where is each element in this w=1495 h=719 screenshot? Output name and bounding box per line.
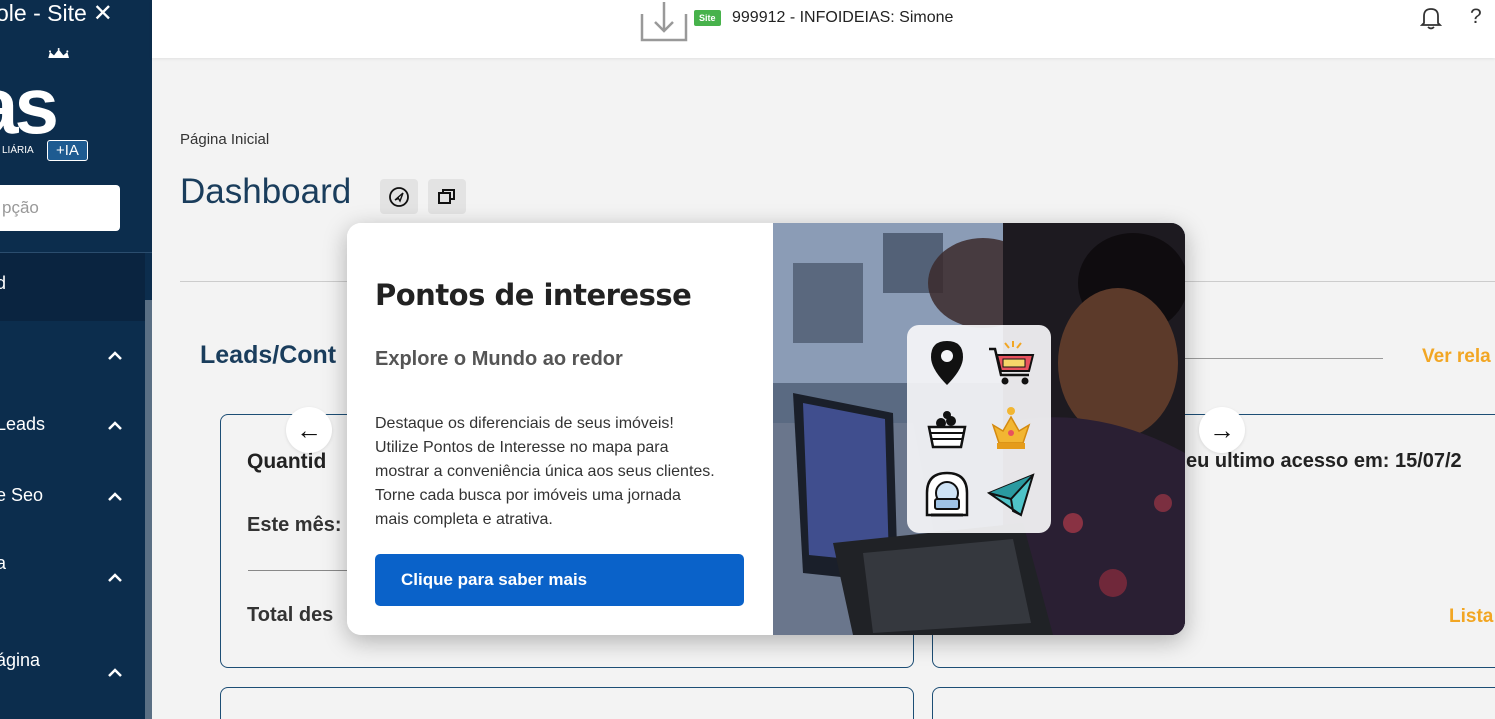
section-title: Leads/Cont xyxy=(200,341,337,369)
chevron-up-icon xyxy=(108,492,122,501)
logo: as xyxy=(0,61,59,150)
sidebar-item-label: ágina xyxy=(0,650,41,670)
sidebar-item-group-4[interactable]: a xyxy=(0,553,145,593)
modal-body-line: Torne cada busca por imóveis uma jornada xyxy=(375,487,681,504)
sidebar-item-leads[interactable]: Leads xyxy=(0,414,145,444)
food-basket-icon xyxy=(927,411,967,449)
chevron-up-icon xyxy=(108,668,122,677)
modal-body-line: Destaque os diferenciais de seus imóveis… xyxy=(375,415,674,432)
sidebar-item-dashboard[interactable]: d xyxy=(0,273,145,303)
see-report-link[interactable]: Ver rela xyxy=(1422,346,1491,368)
medical-scanner-icon xyxy=(925,471,969,517)
card-divider xyxy=(248,570,348,571)
modal-body: Destaque os diferenciais de seus imóveis… xyxy=(375,412,755,532)
carousel-next-button[interactable]: → xyxy=(1199,407,1245,453)
modal-subtitle: Explore o Mundo ao redor xyxy=(375,348,623,370)
site-badge: Site xyxy=(694,10,721,26)
top-header: Site 999912 - INFOIDEIAS: Simone ? xyxy=(152,0,1495,58)
bottom-card-right xyxy=(932,687,1495,719)
card-heading: Quantid xyxy=(247,450,327,473)
modal-body-line: mostrar a conveniência única aos seus cl… xyxy=(375,463,715,480)
last-access-label: eu ultimo acesso em: 15/07/2 xyxy=(1186,450,1462,472)
map-pin-icon xyxy=(931,341,963,385)
shopping-cart-icon xyxy=(989,341,1035,385)
carousel-prev-button[interactable]: ← xyxy=(286,407,332,453)
modal-title: Pontos de interesse xyxy=(375,278,692,312)
sidebar-search-input[interactable]: pção xyxy=(0,185,120,231)
sidebar-item-label: d xyxy=(0,273,7,293)
help-icon[interactable]: ? xyxy=(1470,5,1482,29)
sidebar-item-label: Leads xyxy=(0,414,46,434)
tour-button[interactable] xyxy=(380,179,418,214)
poi-icon-panel xyxy=(907,325,1051,533)
learn-more-button[interactable]: Clique para saber mais xyxy=(375,554,744,606)
bottom-card-left xyxy=(220,687,914,719)
modal-body-line: Utilize Pontos de Interesse no mapa para xyxy=(375,439,669,456)
modal-body-line: mais completa e atrativa. xyxy=(375,511,553,528)
download-icon[interactable] xyxy=(640,2,688,42)
sidebar-item-seo[interactable]: e Seo xyxy=(0,485,145,515)
sidebar-item-label: a xyxy=(0,553,7,573)
close-icon[interactable]: ✕ xyxy=(93,0,113,28)
logo-ia-badge: +IA xyxy=(47,140,88,161)
account-label[interactable]: 999912 - INFOIDEIAS: Simone xyxy=(732,9,953,27)
window-restore-icon xyxy=(438,188,455,204)
logo-subtitle: LIÁRIA xyxy=(2,145,34,156)
compass-icon xyxy=(389,186,409,207)
sidebar-scrollbar[interactable] xyxy=(145,300,152,719)
page-title: Dashboard xyxy=(180,172,352,211)
modal-photo xyxy=(773,223,1185,635)
open-window-button[interactable] xyxy=(428,179,466,214)
list-link[interactable]: Lista xyxy=(1449,606,1493,628)
chevron-up-icon xyxy=(108,573,122,582)
modal-text-panel: Pontos de interesse Explore o Mundo ao r… xyxy=(347,223,773,635)
section-line xyxy=(1185,358,1383,359)
sidebar-item-pagina[interactable]: ágina xyxy=(0,650,145,690)
sidebar-item-group-1[interactable] xyxy=(0,345,145,375)
paper-plane-icon xyxy=(986,473,1035,517)
total-label: Total des xyxy=(247,604,334,626)
sidebar-title: ole - Site ✕ xyxy=(0,0,113,28)
sidebar-title-text: ole - Site xyxy=(0,0,87,26)
crown-icon xyxy=(991,407,1031,449)
breadcrumb[interactable]: Página Inicial xyxy=(180,131,269,148)
sidebar-item-label: e Seo xyxy=(0,485,44,505)
bell-icon[interactable] xyxy=(1420,6,1442,30)
feature-modal: Pontos de interesse Explore o Mundo ao r… xyxy=(347,223,1185,635)
sidebar: ole - Site ✕ as LIÁRIA +IA pção d Leads … xyxy=(0,0,152,719)
this-month-label: Este mês: xyxy=(247,514,342,536)
chevron-up-icon xyxy=(108,351,122,360)
chevron-up-icon xyxy=(108,421,122,430)
